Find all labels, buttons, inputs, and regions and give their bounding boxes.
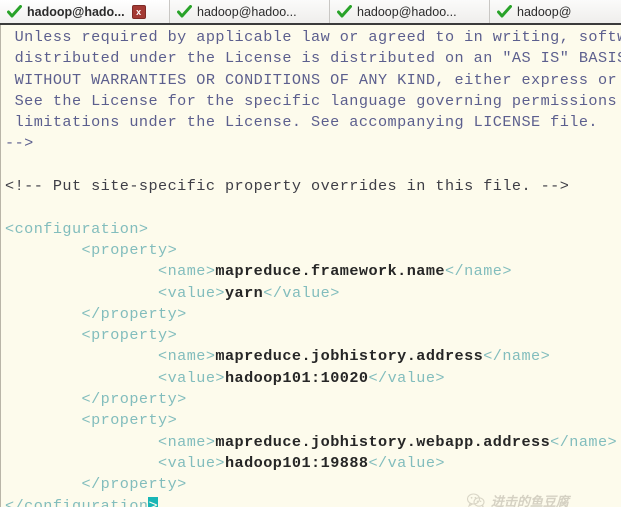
code-token: </configuration [5, 496, 149, 507]
check-icon [177, 4, 192, 19]
code-token: yarn [224, 283, 264, 302]
code-token: hadoop101:10020 [224, 368, 369, 387]
code-token: See the License for the specific languag… [5, 91, 621, 110]
code-line: </configuration> [1, 496, 621, 507]
code-token: mapreduce.jobhistory.webapp.address [215, 432, 551, 451]
code-line: See the License for the specific languag… [1, 91, 621, 112]
code-line: <value>hadoop101:10020</value> [1, 368, 621, 389]
check-icon [7, 4, 22, 19]
code-line: limitations under the License. See accom… [1, 112, 621, 133]
close-icon[interactable]: x [131, 4, 146, 19]
code-token: <name> [5, 262, 216, 281]
code-line: <configuration> [1, 219, 621, 240]
code-token: distributed under the License is distrib… [5, 49, 621, 68]
code-token: </property> [5, 390, 187, 409]
code-token: </property> [5, 304, 187, 323]
code-token: </value> [368, 453, 445, 472]
terminal-tab-1[interactable]: hadoop@hadoo... [170, 0, 330, 23]
code-token: limitations under the License. See accom… [5, 113, 598, 132]
code-token: <configuration> [5, 219, 149, 238]
code-line: <value>yarn</value> [1, 283, 621, 304]
code-token: hadoop101:19888 [224, 453, 369, 472]
code-line: WITHOUT WARRANTIES OR CONDITIONS OF ANY … [1, 70, 621, 91]
check-icon [337, 4, 352, 19]
code-line: <property> [1, 240, 621, 261]
code-token: mapreduce.framework.name [215, 262, 445, 281]
tab-label: hadoop@ [517, 4, 572, 19]
editor-pane[interactable]: Unless required by applicable law or agr… [0, 25, 621, 507]
code-line: <property> [1, 410, 621, 431]
code-token: <name> [5, 432, 216, 451]
code-line: <name>mapreduce.jobhistory.webapp.addres… [1, 432, 621, 453]
code-line: --> [1, 133, 621, 154]
code-line: </property> [1, 304, 621, 325]
code-line: </property> [1, 389, 621, 410]
tab-label: hadoop@hadoo... [357, 4, 457, 19]
code-token: Unless required by applicable law or agr… [5, 28, 621, 46]
code-line: <name>mapreduce.framework.name</name> [1, 261, 621, 282]
check-icon [497, 4, 512, 19]
terminal-tab-2[interactable]: hadoop@hadoo... [330, 0, 490, 23]
code-token: <value> [5, 368, 225, 387]
code-token: </name> [483, 347, 551, 366]
code-token: </value> [368, 368, 445, 387]
terminal-tab-3[interactable]: hadoop@ [490, 0, 621, 23]
code-token: </name> [550, 432, 618, 451]
code-line: <name>mapreduce.jobhistory.address</name… [1, 346, 621, 367]
code-token: WITHOUT WARRANTIES OR CONDITIONS OF ANY … [5, 70, 621, 89]
code-token: mapreduce.jobhistory.address [215, 347, 484, 366]
code-token: <!-- Put site-specific property override… [5, 177, 570, 196]
terminal-tab-0[interactable]: hadoop@hado... x [0, 0, 170, 23]
code-token: <property> [5, 411, 178, 430]
code-token: <property> [5, 326, 178, 345]
tab-label: hadoop@hadoo... [197, 4, 297, 19]
code-content[interactable]: Unless required by applicable law or agr… [1, 27, 621, 507]
code-line: <!-- Put site-specific property override… [1, 176, 621, 197]
code-line: <property> [1, 325, 621, 346]
code-token: <value> [5, 453, 225, 472]
terminal-tab-bar: hadoop@hado... x hadoop@hadoo... hadoop@had… [0, 0, 621, 25]
code-token: <property> [5, 240, 178, 259]
tab-label: hadoop@hado... [27, 4, 125, 19]
code-line: </property> [1, 474, 621, 495]
code-token: </name> [444, 262, 512, 281]
code-line: Unless required by applicable law or agr… [1, 27, 621, 48]
text-cursor: > [148, 496, 159, 507]
code-token: </property> [5, 475, 187, 494]
code-token: --> [5, 134, 34, 153]
code-line: <value>hadoop101:19888</value> [1, 453, 621, 474]
code-line: distributed under the License is distrib… [1, 48, 621, 69]
code-token: </value> [263, 283, 340, 302]
code-token: <name> [5, 347, 216, 366]
code-token: <value> [5, 283, 225, 302]
